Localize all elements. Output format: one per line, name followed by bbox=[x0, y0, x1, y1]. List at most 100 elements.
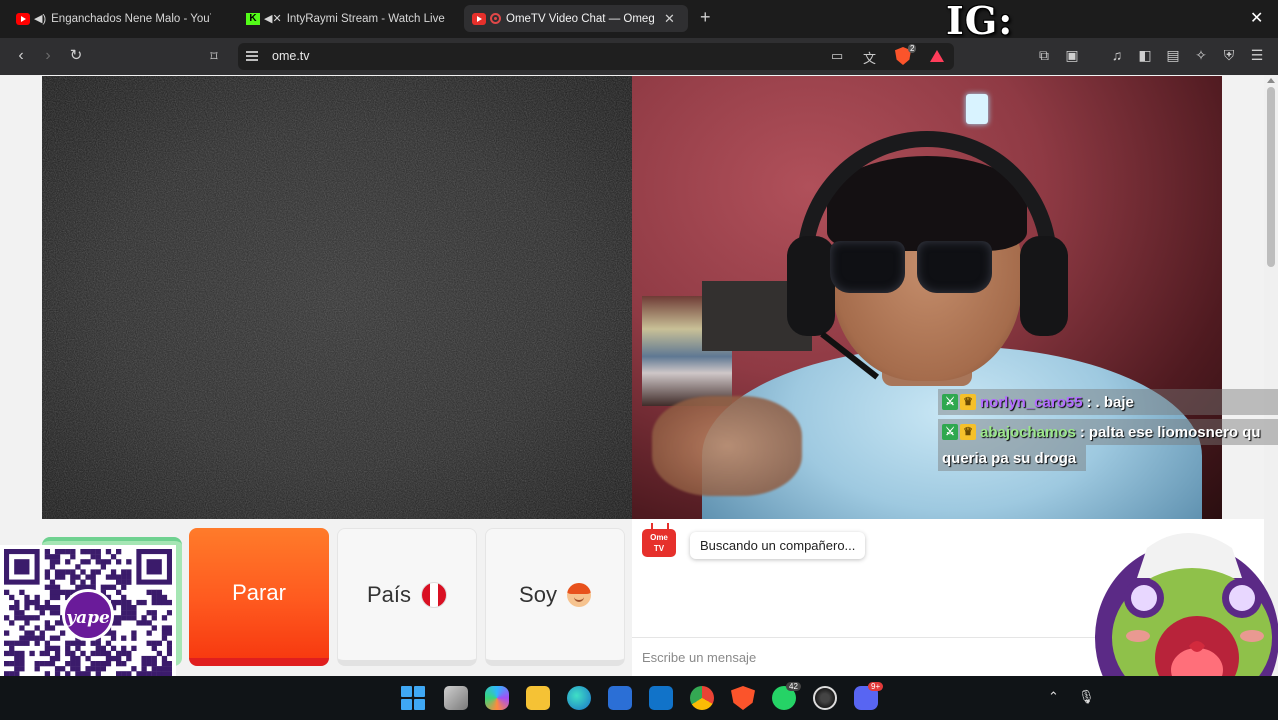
qr-module bbox=[75, 655, 81, 662]
qr-module bbox=[161, 594, 168, 601]
qr-module bbox=[90, 661, 96, 667]
recording-icon bbox=[490, 13, 501, 24]
scroll-up-icon[interactable] bbox=[1267, 78, 1275, 83]
qr-module bbox=[161, 625, 168, 631]
qr-module bbox=[65, 645, 71, 652]
qr-module bbox=[80, 549, 86, 555]
qr-module bbox=[70, 579, 76, 585]
tab-youtube[interactable]: ◀) Enganchados Nene Malo - YouTu bbox=[8, 5, 230, 32]
sunglasses bbox=[830, 241, 905, 293]
reload-icon[interactable]: ↻ bbox=[66, 46, 86, 66]
tab-ometv[interactable]: OmeTV Video Chat — Omeg ✕ bbox=[464, 5, 688, 32]
qr-finder bbox=[146, 559, 162, 575]
qr-module bbox=[49, 584, 56, 590]
obs-icon[interactable] bbox=[813, 686, 837, 710]
vpn-icon[interactable]: ⛨ bbox=[1220, 47, 1238, 64]
qr-module bbox=[90, 569, 96, 575]
store-icon[interactable] bbox=[608, 686, 632, 710]
qr-module bbox=[49, 635, 56, 641]
qr-module bbox=[146, 640, 152, 646]
wallet-icon[interactable]: ▤ bbox=[1164, 47, 1182, 64]
country-button[interactable]: País bbox=[337, 528, 477, 666]
bookmark-icon[interactable]: ⌑ bbox=[204, 46, 224, 66]
address-bar[interactable]: ome.tv ▭ 文 2 bbox=[238, 43, 954, 70]
ometv-page: Parar País Soy Ome TV Buscando un compañe… bbox=[0, 75, 1278, 676]
url-text[interactable]: ome.tv bbox=[272, 49, 310, 63]
qr-module bbox=[24, 635, 30, 641]
translate-icon[interactable]: 文 bbox=[863, 48, 876, 67]
qr-module bbox=[44, 599, 51, 606]
stream-chat-overlay: ⚔ ♛ norlyn_caro55 : . baje ⚔ ♛ abajochamos… bbox=[938, 389, 1278, 471]
qr-module bbox=[19, 650, 25, 657]
qr-module bbox=[100, 564, 107, 570]
status-message: Buscando un compañero... bbox=[690, 532, 866, 559]
leo-ai-icon[interactable]: ✧ bbox=[1192, 47, 1210, 64]
qr-module bbox=[54, 605, 61, 611]
media-icon[interactable]: ♫ bbox=[1108, 47, 1126, 63]
tab-strip: ◀) Enganchados Nene Malo - YouTu K ◀✕ In… bbox=[0, 0, 1278, 88]
qr-module bbox=[151, 610, 157, 616]
qr-module bbox=[116, 589, 122, 596]
omegle-icon bbox=[472, 12, 486, 25]
qr-module bbox=[80, 650, 86, 657]
chrome-icon[interactable] bbox=[690, 686, 714, 710]
qr-module bbox=[151, 625, 157, 631]
qr-module bbox=[44, 569, 51, 575]
qr-module bbox=[39, 630, 45, 636]
qr-module bbox=[4, 640, 10, 646]
copilot-icon[interactable] bbox=[485, 686, 509, 710]
qr-module bbox=[24, 620, 30, 626]
start-icon[interactable] bbox=[401, 686, 425, 710]
tray-chevron-icon[interactable]: ⌃ bbox=[1048, 689, 1059, 705]
new-tab-button[interactable]: + bbox=[700, 8, 711, 26]
scroll-thumb[interactable] bbox=[1267, 87, 1275, 267]
cast-icon[interactable]: ▭ bbox=[831, 48, 843, 64]
brave-icon[interactable] bbox=[731, 686, 755, 710]
tab-kick[interactable]: K ◀✕ IntyRaymi Stream - Watch Live o bbox=[238, 5, 456, 32]
qr-module bbox=[24, 630, 30, 636]
qr-module bbox=[44, 645, 51, 652]
chat-message: ⚔ ♛ abajochamos : palta ese liomosnero qu bbox=[938, 419, 1278, 445]
qr-module bbox=[34, 605, 40, 611]
close-tab-icon[interactable]: ✕ bbox=[664, 11, 675, 27]
back-icon[interactable]: ‹ bbox=[11, 46, 31, 66]
sidebar-icon[interactable]: ◧ bbox=[1136, 47, 1154, 64]
speaker-icon[interactable]: ◀) bbox=[34, 12, 46, 25]
menu-icon[interactable]: ☰ bbox=[1248, 47, 1266, 64]
qr-module bbox=[9, 645, 15, 652]
qr-module bbox=[100, 650, 107, 657]
qr-module bbox=[54, 645, 61, 652]
qr-module bbox=[14, 615, 20, 621]
screenshot-icon[interactable]: ▣ bbox=[1063, 47, 1081, 64]
qr-module bbox=[121, 635, 127, 641]
outlook-icon[interactable] bbox=[649, 686, 673, 710]
qr-module bbox=[14, 640, 20, 646]
forward-icon[interactable]: › bbox=[38, 46, 58, 66]
yape-logo: yape bbox=[62, 589, 114, 641]
microphone-icon[interactable]: 🎙 bbox=[1078, 689, 1095, 705]
extensions-icon[interactable]: ⧉ bbox=[1035, 47, 1053, 64]
qr-module bbox=[44, 640, 51, 646]
qr-module bbox=[100, 666, 107, 672]
qr-module bbox=[116, 615, 122, 621]
qr-module bbox=[131, 635, 137, 641]
stop-button[interactable]: Parar bbox=[189, 528, 329, 666]
qr-module bbox=[110, 635, 117, 641]
muted-speaker-icon[interactable]: ◀✕ bbox=[264, 12, 282, 25]
qr-module bbox=[19, 655, 25, 662]
qr-module bbox=[126, 559, 132, 565]
brave-rewards-icon[interactable] bbox=[930, 50, 944, 62]
ometv-logo-icon: Ome TV bbox=[642, 529, 676, 557]
gender-button[interactable]: Soy bbox=[485, 528, 625, 666]
qr-module bbox=[161, 661, 168, 667]
task-view-icon[interactable] bbox=[444, 686, 468, 710]
qr-module bbox=[166, 661, 172, 667]
edge-icon[interactable] bbox=[567, 686, 591, 710]
window-close-icon[interactable]: ✕ bbox=[1250, 8, 1263, 28]
qr-module bbox=[166, 625, 172, 631]
crown-badge-icon: ♛ bbox=[960, 394, 976, 410]
qr-module bbox=[65, 640, 71, 646]
file-explorer-icon[interactable] bbox=[526, 686, 550, 710]
site-settings-icon[interactable] bbox=[246, 49, 260, 63]
qr-finder bbox=[14, 559, 30, 575]
